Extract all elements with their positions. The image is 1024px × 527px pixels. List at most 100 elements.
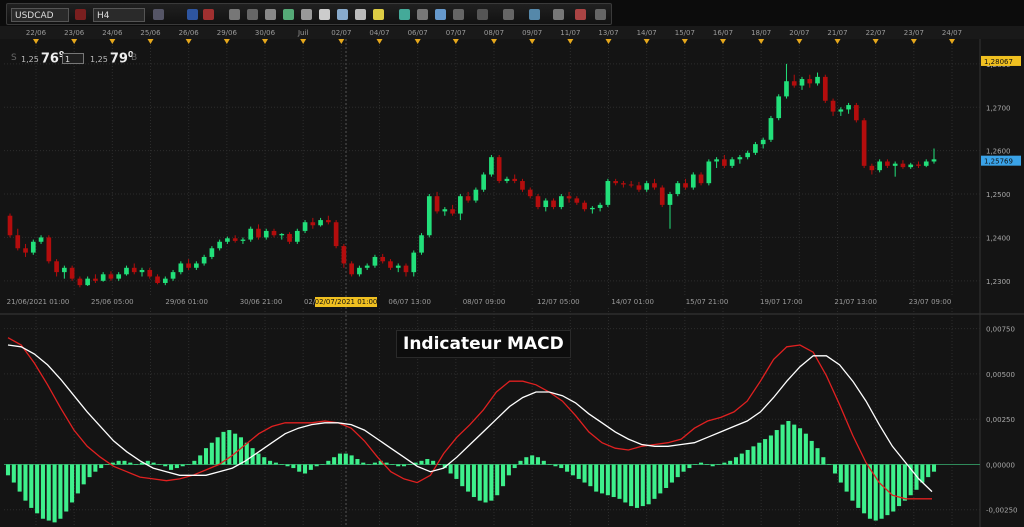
histogram-bar — [669, 464, 674, 483]
candle-body — [582, 202, 587, 210]
candle-body — [77, 278, 83, 286]
histogram-bar — [99, 464, 104, 469]
bottom-date-label: 23/07 09:00 — [909, 298, 952, 306]
more-icon[interactable] — [595, 9, 606, 20]
histogram-bar — [844, 464, 849, 492]
symbol-selector[interactable]: USDCAD — [11, 8, 69, 22]
candle-body — [155, 276, 160, 283]
candle-body — [85, 278, 90, 286]
candle-body — [791, 81, 797, 86]
draw-icon[interactable] — [477, 9, 488, 20]
top-date-label: 18/07 — [751, 29, 771, 37]
candle-body — [54, 261, 59, 273]
candle-body — [294, 230, 300, 242]
timeframe-selector[interactable]: H4 — [93, 8, 145, 22]
candle-body — [162, 278, 168, 283]
text-icon[interactable] — [301, 9, 312, 20]
histogram-bar — [81, 464, 86, 485]
histogram-bar — [35, 464, 40, 514]
histogram-bar — [407, 464, 412, 465]
candle-body — [644, 183, 650, 190]
candle-body — [652, 183, 657, 188]
histogram-bar — [75, 464, 80, 494]
histogram-bar — [460, 464, 465, 487]
histogram-bar — [809, 440, 814, 465]
ask-icon[interactable] — [203, 9, 214, 20]
histogram-bar — [652, 464, 657, 499]
histogram-bar — [58, 464, 63, 519]
histogram-bar — [879, 464, 884, 519]
fib-icon[interactable] — [453, 9, 464, 20]
histogram-bar — [798, 428, 803, 465]
lot-size-input[interactable]: 1 — [62, 53, 84, 64]
candle-body — [62, 267, 67, 273]
chart-area[interactable]: 22/06 23/06 24/06 25/06 26/06 29/06 30/06 Juil 0… — [0, 26, 1024, 527]
bottom-date-label: 15/07 21:00 — [686, 298, 729, 306]
line-icon[interactable] — [417, 9, 428, 20]
candle-body — [877, 161, 882, 171]
top-date-label: 09/07 — [522, 29, 542, 37]
candle-body — [131, 267, 137, 273]
color-icon[interactable] — [75, 9, 86, 20]
candle-body — [768, 118, 774, 140]
histogram-bar — [361, 462, 366, 465]
top-date-label: 11/07 — [560, 29, 580, 37]
bid-icon[interactable] — [187, 9, 198, 20]
histogram-bar — [716, 464, 721, 465]
cursor-icon[interactable] — [265, 9, 276, 20]
pencil-icon[interactable] — [373, 9, 384, 20]
histogram-bar — [285, 464, 290, 467]
histogram-bar — [786, 421, 791, 465]
sell-quote[interactable]: 1,25769 — [21, 50, 64, 66]
histogram-bar — [104, 464, 110, 465]
candle-body — [124, 267, 129, 275]
histogram-bar — [401, 464, 407, 467]
crosshair-icon[interactable] — [229, 9, 240, 20]
ellipse-icon[interactable] — [529, 9, 540, 20]
candle-body — [209, 248, 215, 257]
histogram-bar — [599, 464, 605, 494]
top-date-label: 29/06 — [217, 29, 238, 37]
histogram-bar — [122, 460, 127, 465]
candle-body — [504, 178, 510, 182]
candle-body — [737, 157, 743, 160]
comment-icon[interactable] — [319, 9, 330, 20]
indicator-icon[interactable] — [283, 9, 294, 20]
candle-body — [256, 228, 261, 238]
top-date-label: 22/07 — [866, 29, 886, 37]
bottom-date-label: 08/07 09:00 — [463, 298, 506, 306]
histogram-bar — [279, 464, 284, 465]
template-icon[interactable] — [355, 9, 366, 20]
histogram-bar — [477, 464, 482, 501]
histogram-bar — [757, 442, 762, 465]
histogram-bar — [17, 464, 22, 492]
channel-icon[interactable] — [435, 9, 446, 20]
buy-quote[interactable]: 1,25 790 — [90, 50, 133, 66]
alert-icon[interactable] — [337, 9, 348, 20]
candle-body — [854, 105, 859, 121]
candle-body — [722, 159, 727, 166]
histogram-bar — [134, 464, 139, 465]
buy-pips: 79 — [109, 51, 128, 67]
histogram-bar — [489, 464, 494, 501]
zoom-icon[interactable] — [247, 9, 258, 20]
histogram-bar — [372, 462, 377, 465]
ruler-icon[interactable] — [503, 9, 514, 20]
histogram-bar — [850, 464, 855, 501]
histogram-bar — [902, 464, 907, 501]
candle-body — [7, 215, 13, 236]
delete-icon[interactable] — [575, 9, 586, 20]
arrow-icon[interactable] — [553, 9, 564, 20]
candle-body — [46, 237, 52, 262]
histogram-bar — [209, 442, 214, 465]
histogram-bar — [739, 453, 744, 465]
candle-body — [830, 100, 836, 112]
candle-body — [116, 274, 122, 279]
histogram-bar — [320, 464, 325, 465]
sell-letter: S — [11, 53, 17, 63]
candle-body — [93, 278, 98, 281]
histogram-bar — [664, 464, 669, 488]
trend-icon[interactable] — [399, 9, 410, 20]
candle-body — [341, 246, 347, 264]
chart-type-icon[interactable] — [153, 9, 164, 20]
